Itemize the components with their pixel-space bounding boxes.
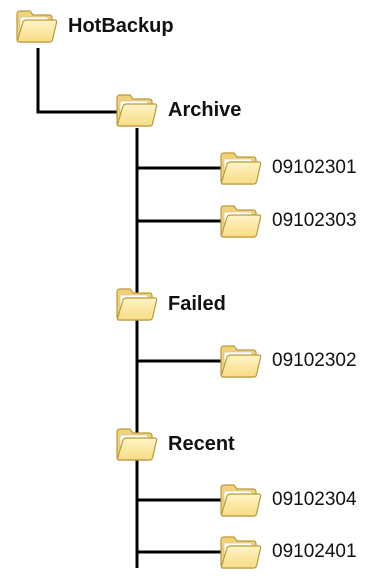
tree-node-label: 09102302 [272,350,357,371]
tree-node-label: 09102301 [272,157,357,178]
tree-node-09102302[interactable]: 09102302 [218,341,357,381]
folder-icon [218,201,262,241]
tree-node-09102304[interactable]: 09102304 [218,480,357,520]
folder-icon [218,532,262,572]
folder-icon [114,284,158,324]
tree-node-archive[interactable]: Archive [114,90,241,130]
folder-icon [114,424,158,464]
folder-icon [114,90,158,130]
tree-node-label: 09102401 [272,541,357,562]
tree-node-09102401[interactable]: 09102401 [218,532,357,572]
folder-tree: HotBackup Archive 09102301 09102303 Fail… [0,0,388,579]
tree-node-recent[interactable]: Recent [114,424,235,464]
tree-node-09102303[interactable]: 09102303 [218,201,357,241]
tree-node-label: Failed [168,292,226,315]
tree-node-hotbackup[interactable]: HotBackup [14,6,174,46]
tree-node-failed[interactable]: Failed [114,284,226,324]
connector-root-archive [36,48,118,114]
folder-icon [218,148,262,188]
tree-node-label: Archive [168,98,242,121]
tree-node-09102301[interactable]: 09102301 [218,148,357,188]
folder-icon [218,341,262,381]
tree-node-label: 09102303 [272,210,357,231]
tree-node-label: 09102304 [272,489,357,510]
folder-icon [218,480,262,520]
tree-node-label: Recent [168,432,235,455]
folder-icon [14,6,58,46]
tree-node-label: HotBackup [68,14,174,37]
